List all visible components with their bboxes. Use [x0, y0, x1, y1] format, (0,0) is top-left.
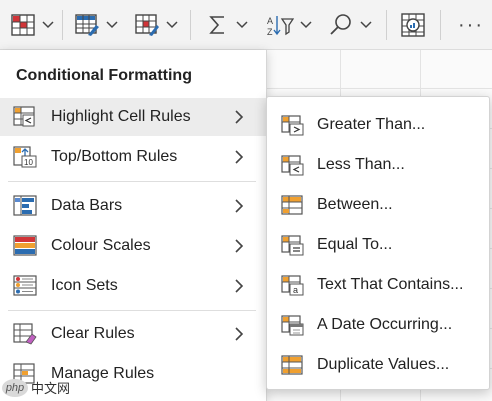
svg-text:a: a — [293, 285, 298, 295]
highlight-cell-rules-submenu: Greater Than... Less Than... Between... … — [266, 96, 490, 390]
submenu-item-date-occurring[interactable]: A Date Occurring... — [267, 306, 489, 344]
analyze-data-button[interactable] — [400, 8, 426, 42]
chevron-right-icon — [235, 150, 244, 164]
text-contains-icon: a — [281, 275, 304, 296]
chevron-right-icon — [235, 327, 244, 341]
format-as-table-button[interactable] — [74, 8, 118, 42]
menu-item-label: Data Bars — [51, 197, 123, 214]
menu-item-clear-rules[interactable]: Clear Rules — [0, 315, 266, 353]
submenu-item-between[interactable]: Between... — [267, 186, 489, 224]
chevron-down-icon — [106, 21, 118, 29]
more-icon: ··· — [458, 13, 484, 36]
chevron-down-icon — [236, 21, 248, 29]
menu-divider — [8, 181, 256, 182]
submenu-item-label: Less Than... — [317, 156, 405, 173]
menu-divider — [8, 310, 256, 311]
chevron-right-icon — [235, 239, 244, 253]
search-icon — [330, 14, 351, 35]
find-select-button[interactable] — [328, 8, 372, 42]
format-table-icon — [75, 14, 99, 36]
menu-item-icon-sets[interactable]: Icon Sets — [0, 267, 266, 305]
menu-title: Conditional Formatting — [16, 67, 192, 84]
icon-sets-icon — [13, 275, 37, 296]
date-occurring-icon — [281, 315, 304, 336]
more-options-button[interactable]: ··· — [458, 8, 484, 42]
duplicate-values-icon — [281, 355, 303, 375]
submenu-item-label: Greater Than... — [317, 116, 426, 133]
menu-item-label: Highlight Cell Rules — [51, 108, 191, 125]
chevron-right-icon — [235, 199, 244, 213]
submenu-item-label: Duplicate Values... — [317, 356, 450, 373]
submenu-item-less-than[interactable]: Less Than... — [267, 146, 489, 184]
conditional-formatting-menu: Conditional Formatting Highlight Cell Ru… — [0, 50, 267, 401]
cell-styles-icon — [135, 14, 159, 36]
toolbar-divider — [62, 10, 63, 40]
menu-item-label: Clear Rules — [51, 325, 135, 342]
submenu-item-label: A Date Occurring... — [317, 316, 453, 333]
autosum-button[interactable] — [206, 8, 248, 42]
submenu-item-greater-than[interactable]: Greater Than... — [267, 106, 489, 144]
greater-than-icon — [281, 115, 304, 136]
chevron-down-icon — [300, 21, 312, 29]
sort-filter-icon: A Z — [267, 16, 294, 37]
chevron-right-icon — [235, 110, 244, 124]
watermark: php 中文网 — [2, 378, 70, 397]
ribbon-toolbar: A Z ··· — [0, 0, 492, 50]
submenu-item-label: Text That Contains... — [317, 276, 464, 293]
toolbar-divider — [386, 10, 387, 40]
analyze-data-icon — [401, 13, 425, 37]
menu-item-colour-scales[interactable]: Colour Scales — [0, 227, 266, 265]
menu-item-label: Icon Sets — [51, 277, 118, 294]
less-than-icon — [281, 155, 304, 176]
svg-text:Z: Z — [267, 27, 273, 37]
submenu-item-text-contains[interactable]: a Text That Contains... — [267, 266, 489, 304]
chevron-down-icon — [166, 21, 178, 29]
submenu-item-label: Equal To... — [317, 236, 393, 253]
between-icon — [281, 195, 303, 215]
svg-text:10: 10 — [24, 158, 33, 167]
submenu-item-equal-to[interactable]: Equal To... — [267, 226, 489, 264]
top-bottom-rules-icon: 10 — [13, 146, 37, 168]
sigma-icon — [209, 16, 224, 34]
menu-item-label: Top/Bottom Rules — [51, 148, 178, 165]
highlight-cell-rules-icon — [13, 106, 35, 127]
watermark-badge: php — [2, 378, 28, 397]
toolbar-divider — [190, 10, 191, 40]
submenu-item-duplicate-values[interactable]: Duplicate Values... — [267, 346, 489, 384]
menu-item-data-bars[interactable]: Data Bars — [0, 187, 266, 225]
submenu-item-label: Between... — [317, 196, 393, 213]
watermark-text: 中文网 — [31, 381, 71, 396]
conditional-formatting-button[interactable] — [10, 8, 54, 42]
svg-text:A: A — [267, 16, 273, 26]
menu-item-label: Colour Scales — [51, 237, 151, 254]
chevron-down-icon — [42, 21, 54, 29]
conditional-formatting-icon — [11, 14, 35, 36]
data-bars-icon — [13, 195, 37, 216]
toolbar-divider — [440, 10, 441, 40]
sort-filter-button[interactable]: A Z — [266, 8, 312, 42]
chevron-right-icon — [235, 279, 244, 293]
colour-scales-icon — [13, 235, 37, 256]
clear-rules-icon — [13, 323, 37, 345]
menu-item-highlight-cell-rules[interactable]: Highlight Cell Rules — [0, 98, 266, 136]
menu-item-top-bottom-rules[interactable]: 10 Top/Bottom Rules — [0, 138, 266, 176]
cell-styles-button[interactable] — [134, 8, 178, 42]
equal-to-icon — [281, 235, 304, 256]
chevron-down-icon — [360, 21, 372, 29]
